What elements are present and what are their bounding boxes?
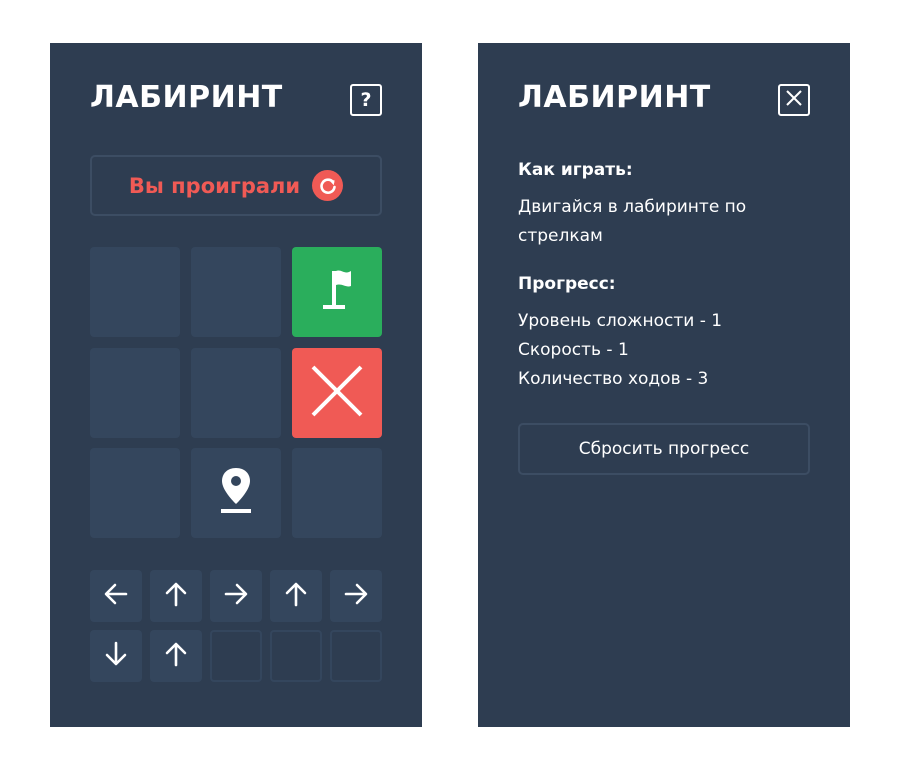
move-slot-up[interactable] <box>150 630 202 682</box>
move-slot-up[interactable] <box>150 570 202 622</box>
how-to-play-heading: Как играть: <box>518 160 633 180</box>
maze-cell <box>90 247 180 337</box>
arrow-right-icon <box>342 580 370 612</box>
reset-progress-button[interactable]: Сбросить прогресс <box>518 423 810 475</box>
progress-speed: Скорость - 1 <box>518 340 629 360</box>
status-banner[interactable]: Вы проиграли <box>90 155 382 216</box>
move-slot-empty[interactable] <box>210 630 262 682</box>
maze-cell-start <box>191 448 281 538</box>
cross-icon <box>309 363 365 423</box>
info-panel: ЛАБИРИНТ Как играть: Двигайся в лабиринт… <box>478 43 850 727</box>
arrow-left-icon <box>102 580 130 612</box>
close-button[interactable] <box>778 84 810 116</box>
move-slot-empty[interactable] <box>270 630 322 682</box>
retry-icon[interactable] <box>312 170 344 201</box>
progress-moves: Количество ходов - 3 <box>518 369 709 389</box>
game-title: ЛАБИРИНТ <box>90 80 283 115</box>
move-slot-right[interactable] <box>330 570 382 622</box>
help-button[interactable]: ? <box>350 84 382 116</box>
move-slot-right[interactable] <box>210 570 262 622</box>
move-slot-left[interactable] <box>90 570 142 622</box>
location-pin-icon <box>219 466 253 520</box>
move-slot-down[interactable] <box>90 630 142 682</box>
maze-cell <box>191 348 281 438</box>
maze-cell <box>90 448 180 538</box>
arrow-down-icon <box>102 640 130 672</box>
move-slot-empty[interactable] <box>330 630 382 682</box>
maze-cell-finish <box>292 247 382 337</box>
game-panel: ЛАБИРИНТ ? Вы проиграли <box>50 43 422 727</box>
maze-cell-fail <box>292 348 382 438</box>
close-icon <box>784 88 804 112</box>
arrow-up-icon <box>162 640 190 672</box>
arrow-up-icon <box>282 580 310 612</box>
move-slot-up[interactable] <box>270 570 322 622</box>
info-title: ЛАБИРИНТ <box>518 80 711 115</box>
maze-cell <box>191 247 281 337</box>
help-icon: ? <box>360 89 372 111</box>
flag-icon <box>317 267 357 317</box>
progress-level: Уровень сложности - 1 <box>518 311 723 331</box>
progress-heading: Прогресс: <box>518 274 616 294</box>
status-text: Вы проиграли <box>128 173 301 198</box>
maze-cell <box>292 448 382 538</box>
arrow-up-icon <box>162 580 190 612</box>
how-to-play-text: Двигайся в лабиринте по стрелкам <box>518 197 747 246</box>
maze-cell <box>90 348 180 438</box>
arrow-right-icon <box>222 580 250 612</box>
